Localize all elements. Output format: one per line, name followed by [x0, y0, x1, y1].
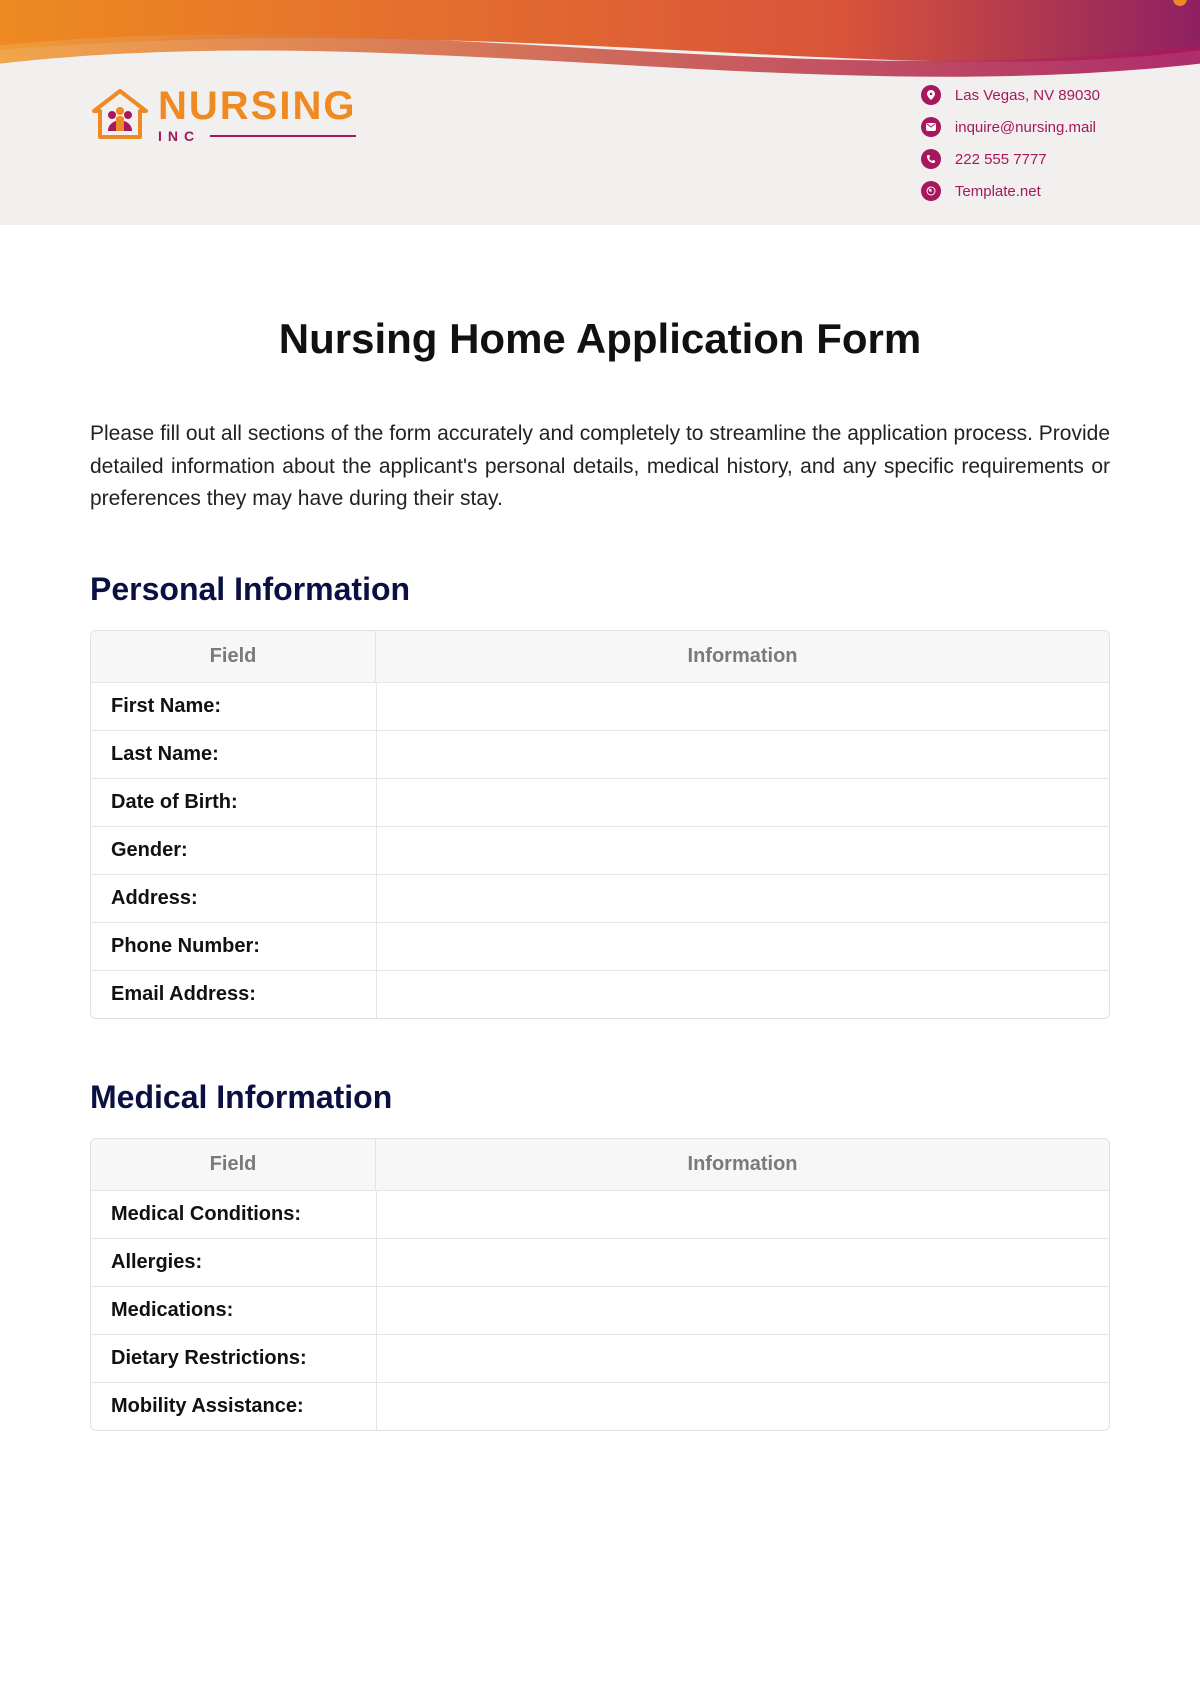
field-input-cell[interactable] — [376, 731, 1109, 779]
table-row: Phone Number: — [91, 923, 1109, 971]
contact-email: inquire@nursing.mail — [921, 117, 1100, 137]
contact-info: Las Vegas, NV 89030 inquire@nursing.mail… — [921, 85, 1100, 201]
header-banner: NURSING + INC Las Vegas, NV 89030 inquir… — [0, 0, 1200, 225]
field-label: Medications: — [91, 1287, 376, 1335]
field-label: Mobility Assistance: — [91, 1383, 376, 1430]
field-input-cell[interactable] — [376, 1239, 1109, 1287]
field-label: Allergies: — [91, 1239, 376, 1287]
plus-icon: + — [1173, 0, 1187, 6]
contact-address: Las Vegas, NV 89030 — [921, 85, 1100, 105]
house-people-icon — [90, 85, 150, 145]
section-heading-personal: Personal Information — [90, 571, 1110, 608]
field-input-cell[interactable] — [376, 1287, 1109, 1335]
logo-underline — [210, 135, 356, 137]
field-label: Phone Number: — [91, 923, 376, 971]
table-row: Mobility Assistance: — [91, 1383, 1109, 1430]
table-row: Email Address: — [91, 971, 1109, 1018]
page-title: Nursing Home Application Form — [90, 315, 1110, 363]
field-label: Date of Birth: — [91, 779, 376, 827]
field-label: Email Address: — [91, 971, 376, 1018]
table-header-information: Information — [376, 631, 1109, 683]
table-header-field: Field — [91, 631, 376, 683]
contact-website-text: Template.net — [955, 183, 1041, 200]
table-row: Date of Birth: — [91, 779, 1109, 827]
table-row: First Name: — [91, 683, 1109, 731]
table-row: Medications: — [91, 1287, 1109, 1335]
field-label: Last Name: — [91, 731, 376, 779]
table-row: Dietary Restrictions: — [91, 1335, 1109, 1383]
logo: NURSING + INC — [90, 85, 356, 145]
field-label: Medical Conditions: — [91, 1191, 376, 1239]
field-label: Dietary Restrictions: — [91, 1335, 376, 1383]
contact-phone-text: 222 555 7777 — [955, 151, 1047, 168]
field-input-cell[interactable] — [376, 923, 1109, 971]
field-label: First Name: — [91, 683, 376, 731]
field-input-cell[interactable] — [376, 971, 1109, 1018]
table-header-field: Field — [91, 1139, 376, 1191]
field-input-cell[interactable] — [376, 875, 1109, 923]
contact-phone: 222 555 7777 — [921, 149, 1100, 169]
table-row: Last Name: — [91, 731, 1109, 779]
contact-website: Template.net — [921, 181, 1100, 201]
section-heading-medical: Medical Information — [90, 1079, 1110, 1116]
field-input-cell[interactable] — [376, 1335, 1109, 1383]
field-label: Gender: — [91, 827, 376, 875]
table-row: Medical Conditions: — [91, 1191, 1109, 1239]
table-row: Address: — [91, 875, 1109, 923]
intro-paragraph: Please fill out all sections of the form… — [90, 418, 1110, 516]
field-input-cell[interactable] — [376, 827, 1109, 875]
table-row: Gender: — [91, 827, 1109, 875]
logo-subtitle: INC — [158, 128, 200, 144]
table-header-information: Information — [376, 1139, 1109, 1191]
table-row: Allergies: — [91, 1239, 1109, 1287]
field-input-cell[interactable] — [376, 1191, 1109, 1239]
field-input-cell[interactable] — [376, 1383, 1109, 1430]
field-label: Address: — [91, 875, 376, 923]
medical-info-table: Field Information Medical Conditions:All… — [90, 1138, 1110, 1431]
location-icon — [921, 85, 941, 105]
contact-address-text: Las Vegas, NV 89030 — [955, 87, 1100, 104]
email-icon — [921, 117, 941, 137]
globe-icon — [921, 181, 941, 201]
field-input-cell[interactable] — [376, 683, 1109, 731]
logo-title: NURSING — [158, 86, 356, 126]
personal-info-table: Field Information First Name:Last Name:D… — [90, 630, 1110, 1019]
phone-icon — [921, 149, 941, 169]
contact-email-text: inquire@nursing.mail — [955, 119, 1096, 136]
field-input-cell[interactable] — [376, 779, 1109, 827]
